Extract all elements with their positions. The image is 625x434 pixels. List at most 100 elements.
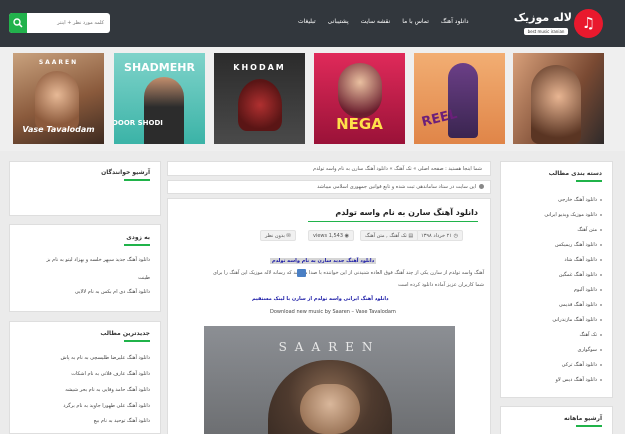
cover-saaren[interactable]: SAAREN Vase Tavalodam <box>13 53 104 144</box>
coming-soon-box: به زودی دانلود آهنگ جدید سپهر خلسه و بهز… <box>9 224 161 312</box>
image-icon <box>297 269 306 277</box>
featured-covers: SAAREN Vase Tavalodam SHADMEHR DOOR SHOD… <box>0 47 625 151</box>
title-underline <box>576 425 602 427</box>
list-item[interactable]: دانلود آهنگ دی ام بکس به نام لالایی <box>75 289 150 295</box>
category-item[interactable]: دانلود آهنگ غمگین <box>559 272 602 278</box>
category-label: دانلود آهنگ دیس لاو <box>555 377 597 383</box>
category-item[interactable]: دانلود آلبوم <box>574 287 602 293</box>
nav-ads[interactable]: تبلیغات <box>292 12 322 32</box>
main-nav: دانلود آهنگ تماس با ما نقشه سایت پشتیبان… <box>292 12 475 32</box>
category-item[interactable]: دانلود آهنگ ریمیکس <box>555 242 602 248</box>
post-date: ◷ ۲۱ خرداد ۱۳۹۸ <box>416 230 463 241</box>
bullet-icon <box>600 378 602 381</box>
site-header: ♫ لاله موزیک best music iranian دانلود آ… <box>0 0 625 47</box>
title-underline <box>576 180 602 182</box>
clock-icon: ◷ <box>452 233 458 239</box>
list-item[interactable]: طینت <box>138 275 150 281</box>
cover-subtitle: NEGA <box>336 115 383 133</box>
search-box <box>9 13 110 33</box>
bullet-icon <box>600 243 602 246</box>
list-item[interactable]: دانلود آهنگ حامد وفایی به نام بحر شیشه <box>65 387 150 393</box>
music-note-icon[interactable]: ♫ <box>574 9 603 38</box>
list-item[interactable]: دانلود آهنگ جدید سپهر خلسه و بهزاد لیتو … <box>46 257 150 263</box>
search-icon <box>13 18 23 28</box>
box-title: آرشیو خوانندگان <box>101 169 150 176</box>
breadcrumb-bar: شما اینجا هستید : صفحه اصلی » تک آهنگ » … <box>167 161 491 176</box>
category-label: دانلود آلبوم <box>573 287 597 293</box>
category-label: تک آهنگ <box>579 332 597 338</box>
search-input[interactable] <box>29 13 108 33</box>
post-views-label: views 1,543 <box>313 233 344 239</box>
monthly-archive-box: آرشیو ماهانه <box>500 406 613 434</box>
cover-shadmehr[interactable]: SHADMEHR DOOR SHODI <box>114 53 205 144</box>
category-label: دانلود موزیک ویدیو ایرانی <box>544 212 597 218</box>
folder-icon: ▤ <box>406 233 414 239</box>
bullet-icon <box>600 363 602 366</box>
nav-support[interactable]: پشتیبانی <box>322 12 355 32</box>
bullet-icon <box>600 258 602 261</box>
singers-archive-box: آرشیو خوانندگان <box>9 161 161 216</box>
cover-title: SAAREN <box>38 59 79 66</box>
category-item[interactable]: دانلود آهنگ ترکی <box>562 362 602 368</box>
cover-portrait[interactable] <box>513 53 604 144</box>
post-comments[interactable]: ✉ بدون نظر <box>260 230 296 241</box>
post-comments-label: بدون نظر <box>265 233 285 239</box>
box-title: آرشیو ماهانه <box>564 415 602 422</box>
notice-bar: این سایت در ستاد ساماندهی ثبت شده و تابع… <box>167 180 491 194</box>
notice-label: این سایت در ستاد ساماندهی ثبت شده و تابع… <box>317 184 476 190</box>
category-item[interactable]: دانلود آهنگ قدیمی <box>559 302 602 308</box>
cover-title: KHODAM <box>233 63 286 72</box>
box-title: جدیدترین مطالب <box>100 330 150 337</box>
post-date-label: ۲۱ خرداد ۱۳۹۸ <box>421 233 452 239</box>
category-item[interactable]: دانلود آهنگ دیس لاو <box>555 377 602 383</box>
cover-khodam[interactable]: KHODAM <box>214 53 305 144</box>
cover-nega[interactable]: NEGA <box>314 53 405 144</box>
cover-subtitle: DOOR SHODI <box>114 119 163 127</box>
category-item[interactable]: دانلود آهنگ شاد <box>564 257 602 263</box>
category-label: دانلود آهنگ ریمیکس <box>554 242 597 248</box>
post-title[interactable]: دانلود آهنگ سارن به نام واسه تولدم <box>335 208 478 217</box>
category-item[interactable]: متن آهنگ <box>577 227 602 233</box>
box-title: دسته بندی مطالب <box>548 170 602 177</box>
category-item[interactable]: دانلود آهنگ خارجی <box>558 197 602 203</box>
cover-subtitle: Vase Tavalodam <box>22 125 95 134</box>
title-underline <box>308 221 478 222</box>
post-paragraph-line1: آهنگ واسه تولدم از سارن یکی از چند آهنگ … <box>212 270 484 276</box>
search-button[interactable] <box>9 13 27 33</box>
category-item[interactable]: دانلود آهنگ مازندرانی <box>552 317 602 323</box>
nav-download[interactable]: دانلود آهنگ <box>435 12 475 32</box>
bullet-icon <box>600 288 602 291</box>
category-label: دانلود آهنگ شاد <box>564 257 597 263</box>
post-views: views 1,543 ◉ <box>308 230 354 241</box>
post-category[interactable]: ▤ تک آهنگ , متن آهنگ <box>360 230 419 241</box>
list-item[interactable]: دانلود آهنگ علیرضا طلیسچی به نام به پاش <box>61 355 150 361</box>
info-icon <box>479 184 484 189</box>
nav-sitemap[interactable]: نقشه سایت <box>355 12 397 32</box>
category-item[interactable]: تک آهنگ <box>580 332 602 338</box>
bullet-icon <box>600 213 602 216</box>
nav-contact[interactable]: تماس با ما <box>396 12 435 32</box>
breadcrumb[interactable]: شما اینجا هستید : صفحه اصلی » تک آهنگ » … <box>313 166 482 172</box>
site-name[interactable]: لاله موزیک <box>510 11 572 24</box>
site-tagline: best music iranian <box>524 28 568 35</box>
cover-title: SHADMEHR <box>124 61 195 74</box>
post-category-label: تک آهنگ , متن آهنگ <box>365 233 407 239</box>
category-item[interactable]: سوگواری <box>578 347 602 353</box>
post-download-link[interactable]: دانلود آهنگ ایرانی واسه تولدم از سارن با… <box>252 296 389 302</box>
category-label: دانلود آهنگ ترکی <box>561 362 597 368</box>
post-english-line: Download new music by Saaren – Vase Tava… <box>270 309 396 315</box>
category-label: دانلود آهنگ غمگین <box>558 272 597 278</box>
bullet-icon <box>600 348 602 351</box>
list-item[interactable]: دانلود آهنگ توحید به نام بیع <box>94 418 150 424</box>
list-item[interactable]: دانلود آهنگ عارف قلاتی به نام اشکات <box>71 371 150 377</box>
post-cover-image: SAAREN <box>204 326 455 434</box>
list-item[interactable]: دانلود آهنگ علی طهورا جاوید به نام برگرد <box>63 403 150 409</box>
cover-reel[interactable]: REEL <box>414 53 505 144</box>
category-label: متن آهنگ <box>577 227 597 233</box>
comment-icon: ✉ <box>284 233 291 239</box>
notice-text: این سایت در ستاد ساماندهی ثبت شده و تابع… <box>317 184 484 190</box>
category-label: سوگواری <box>577 347 597 353</box>
category-item[interactable]: دانلود موزیک ویدیو ایرانی <box>544 212 602 218</box>
bullet-icon <box>600 198 602 201</box>
latest-posts-box: جدیدترین مطالب دانلود آهنگ علیرضا طلیسچی… <box>9 321 161 434</box>
